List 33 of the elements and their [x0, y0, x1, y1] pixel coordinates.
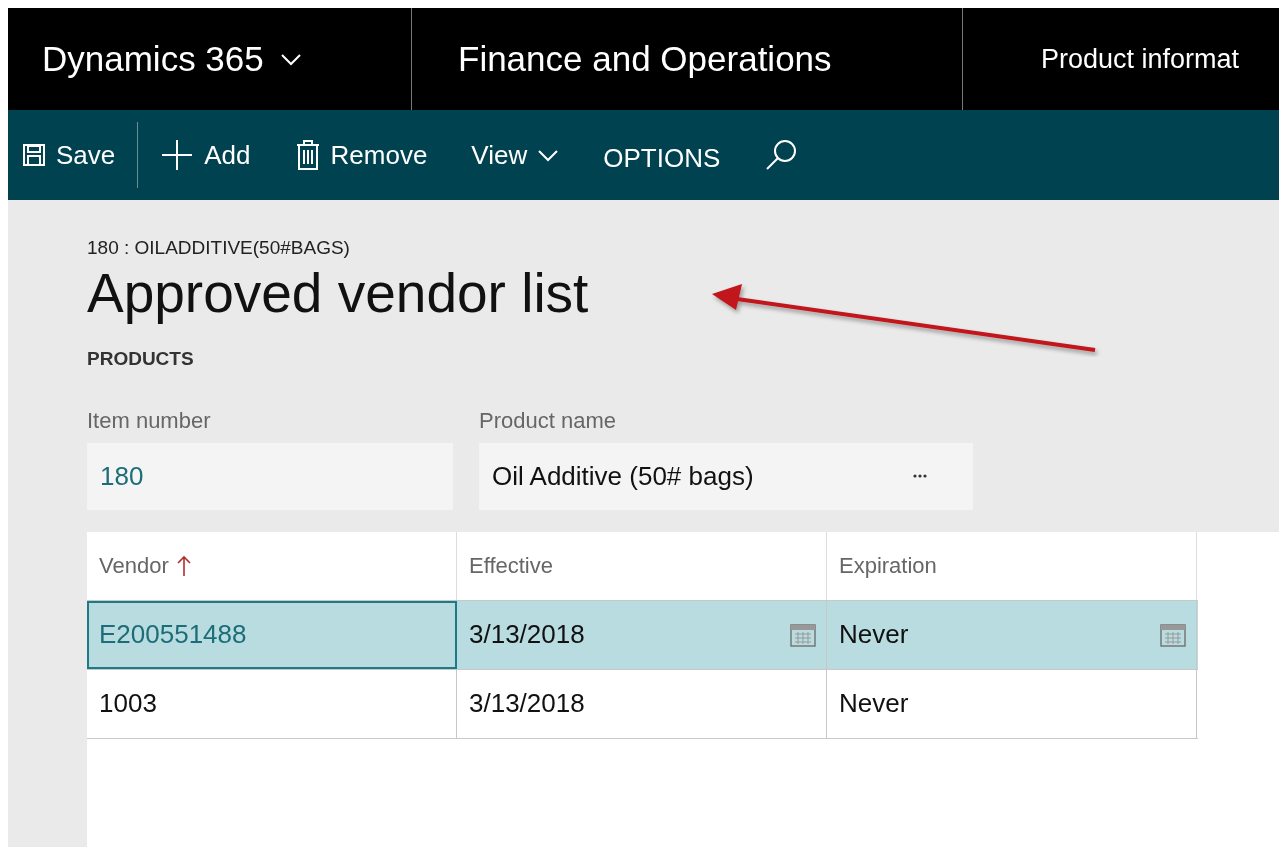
search-icon — [764, 138, 799, 172]
trash-icon — [294, 139, 321, 171]
section-heading: PRODUCTS — [87, 347, 195, 371]
table-row[interactable]: 1003 3/13/2018 Never — [87, 669, 1198, 739]
chevron-down-icon — [279, 51, 302, 67]
table-cell-text: 3/13/2018 — [469, 618, 585, 651]
calendar-icon — [1160, 621, 1186, 648]
table-row[interactable]: E200551488 3/13/2018 Never — [87, 600, 1198, 670]
ellipsis-icon — [913, 474, 927, 478]
page-title: Approved vendor list — [87, 262, 590, 323]
column-header[interactable]: Expiration — [827, 531, 1197, 600]
input-field[interactable]: Oil Additive (50# bags) — [479, 442, 973, 510]
table-cell-text: Never — [839, 618, 909, 651]
breadcrumb-text: 180 : OILADDITIVE(50#BAGS) — [87, 236, 351, 260]
column-header[interactable]: Effective — [457, 531, 827, 600]
area-link[interactable]: Product informat — [963, 8, 1274, 110]
options-button[interactable]: OPTIONS — [581, 128, 743, 188]
input-field[interactable]: 180 — [87, 442, 453, 510]
save-button[interactable]: Save — [8, 125, 138, 185]
field-label: Item number — [87, 406, 212, 435]
view-button[interactable]: View — [449, 125, 582, 185]
column-header[interactable]: Vendor — [87, 531, 457, 600]
chevron-down-icon — [537, 147, 560, 163]
table-cell-text: E200551488 — [99, 618, 247, 651]
table-cell-text: 1003 — [99, 687, 157, 720]
table-cell-text: Never — [839, 687, 909, 720]
field-label: Product name — [479, 406, 617, 435]
remove-button[interactable]: Remove — [272, 125, 450, 185]
add-button[interactable]: Add — [138, 125, 273, 185]
table-cell-text: 3/13/2018 — [469, 687, 585, 720]
plus-icon — [160, 138, 195, 172]
calendar-icon — [790, 621, 816, 648]
save-icon — [22, 143, 46, 167]
